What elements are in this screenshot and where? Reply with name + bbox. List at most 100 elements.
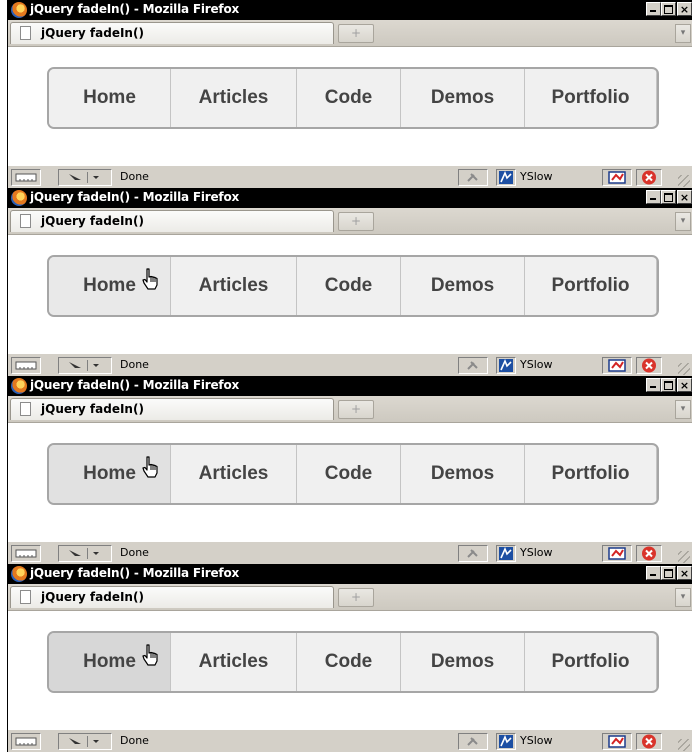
close-button[interactable]: × (677, 190, 692, 204)
status-panel-icon[interactable] (11, 545, 41, 562)
tab-list-dropdown-icon[interactable]: ▾ (675, 212, 691, 231)
nav-item-code[interactable]: Code (297, 445, 401, 503)
resize-grip-icon[interactable] (678, 551, 690, 563)
nav-item-demos[interactable]: Demos (401, 257, 525, 315)
status-panel-icon[interactable] (11, 733, 41, 750)
minimize-button[interactable] (646, 378, 661, 392)
monitor-glyph-icon (608, 171, 626, 184)
bug-glyph-icon (467, 361, 478, 370)
rss-monitor-icon[interactable] (602, 545, 632, 562)
pointer-tool-icon (69, 360, 99, 371)
nav-item-code[interactable]: Code (297, 257, 401, 315)
firefox-icon (11, 2, 27, 18)
minimize-button[interactable] (646, 566, 661, 580)
nav-item-articles[interactable]: Articles (171, 445, 297, 503)
firebug-toggle-icon[interactable] (58, 169, 112, 186)
bug-icon[interactable] (458, 357, 488, 374)
close-button[interactable]: × (677, 566, 692, 580)
browser-window-frame-2: jQuery fadeIn() - Mozilla Firefox × jQue… (7, 188, 692, 376)
tab-jquery-fadein[interactable]: jQuery fadeIn() (10, 22, 334, 44)
rss-monitor-icon[interactable] (602, 169, 632, 186)
firefox-icon (11, 378, 27, 394)
new-tab-button[interactable]: + (338, 212, 374, 231)
yslow-icon[interactable] (496, 733, 516, 750)
maximize-button[interactable] (661, 566, 676, 580)
minimize-button[interactable] (646, 190, 661, 204)
nav-item-home[interactable]: Home (49, 69, 171, 127)
window-title: jQuery fadeIn() - Mozilla Firefox (30, 190, 240, 204)
error-x-icon (642, 358, 656, 373)
yslow-logo-icon (499, 546, 513, 560)
tab-jquery-fadein[interactable]: jQuery fadeIn() (10, 210, 334, 232)
stop-error-icon[interactable] (636, 169, 662, 186)
tab-jquery-fadein[interactable]: jQuery fadeIn() (10, 586, 334, 608)
hand-pointer-icon (142, 644, 158, 666)
firebug-toggle-icon[interactable] (58, 357, 112, 374)
bug-icon[interactable] (458, 733, 488, 750)
page-icon (20, 214, 31, 228)
nav-item-demos[interactable]: Demos (401, 633, 525, 691)
title-bar: jQuery fadeIn() - Mozilla Firefox × (8, 376, 692, 396)
stop-error-icon[interactable] (636, 545, 662, 562)
rss-monitor-icon[interactable] (602, 357, 632, 374)
tab-bar: jQuery fadeIn() + ▾ (8, 20, 692, 47)
minimize-button[interactable] (646, 2, 661, 16)
stop-error-icon[interactable] (636, 357, 662, 374)
nav-item-portfolio[interactable]: Portfolio (525, 257, 657, 315)
ruler-icon (15, 173, 37, 182)
screenshot-sequence: jQuery fadeIn() - Mozilla Firefox × jQue… (0, 0, 692, 755)
rss-monitor-icon[interactable] (602, 733, 632, 750)
nav-menu: Home Articles Code Demos Portfolio (47, 631, 659, 693)
firebug-toggle-icon[interactable] (58, 545, 112, 562)
tab-label: jQuery fadeIn() (41, 214, 144, 228)
maximize-button[interactable] (661, 2, 676, 16)
close-button[interactable]: × (677, 2, 692, 16)
nav-menu: Home Articles Code Demos Portfolio (47, 67, 659, 129)
nav-item-articles[interactable]: Articles (171, 69, 297, 127)
yslow-label[interactable]: YSlow (520, 358, 552, 371)
bug-icon[interactable] (458, 545, 488, 562)
tab-jquery-fadein[interactable]: jQuery fadeIn() (10, 398, 334, 420)
maximize-button[interactable] (661, 190, 676, 204)
bug-glyph-icon (467, 173, 478, 182)
status-bar: Done YSlow (8, 353, 692, 376)
tab-label: jQuery fadeIn() (41, 402, 144, 416)
tab-list-dropdown-icon[interactable]: ▾ (675, 24, 691, 43)
tab-bar: jQuery fadeIn() + ▾ (8, 208, 692, 235)
nav-item-articles[interactable]: Articles (171, 257, 297, 315)
nav-item-code[interactable]: Code (297, 633, 401, 691)
error-x-icon (642, 734, 656, 749)
tab-list-dropdown-icon[interactable]: ▾ (675, 588, 691, 607)
resize-grip-icon[interactable] (678, 363, 690, 375)
nav-item-articles[interactable]: Articles (171, 633, 297, 691)
yslow-icon[interactable] (496, 545, 516, 562)
new-tab-button[interactable]: + (338, 24, 374, 43)
nav-item-portfolio[interactable]: Portfolio (525, 633, 657, 691)
yslow-icon[interactable] (496, 357, 516, 374)
maximize-button[interactable] (661, 378, 676, 392)
close-button[interactable]: × (677, 378, 692, 392)
hand-pointer-icon (142, 268, 158, 290)
yslow-icon[interactable] (496, 169, 516, 186)
new-tab-button[interactable]: + (338, 400, 374, 419)
page-icon (20, 402, 31, 416)
nav-item-demos[interactable]: Demos (401, 69, 525, 127)
firebug-toggle-icon[interactable] (58, 733, 112, 750)
nav-item-code[interactable]: Code (297, 69, 401, 127)
nav-item-demos[interactable]: Demos (401, 445, 525, 503)
resize-grip-icon[interactable] (678, 175, 690, 187)
stop-error-icon[interactable] (636, 733, 662, 750)
nav-item-portfolio[interactable]: Portfolio (525, 445, 657, 503)
new-tab-button[interactable]: + (338, 588, 374, 607)
status-panel-icon[interactable] (11, 169, 41, 186)
status-panel-icon[interactable] (11, 357, 41, 374)
yslow-label[interactable]: YSlow (520, 546, 552, 559)
yslow-label[interactable]: YSlow (520, 734, 552, 747)
resize-grip-icon[interactable] (678, 739, 690, 751)
status-text: Done (120, 170, 149, 183)
bug-icon[interactable] (458, 169, 488, 186)
yslow-label[interactable]: YSlow (520, 170, 552, 183)
yslow-logo-icon (499, 170, 513, 184)
tab-list-dropdown-icon[interactable]: ▾ (675, 400, 691, 419)
nav-item-portfolio[interactable]: Portfolio (525, 69, 657, 127)
